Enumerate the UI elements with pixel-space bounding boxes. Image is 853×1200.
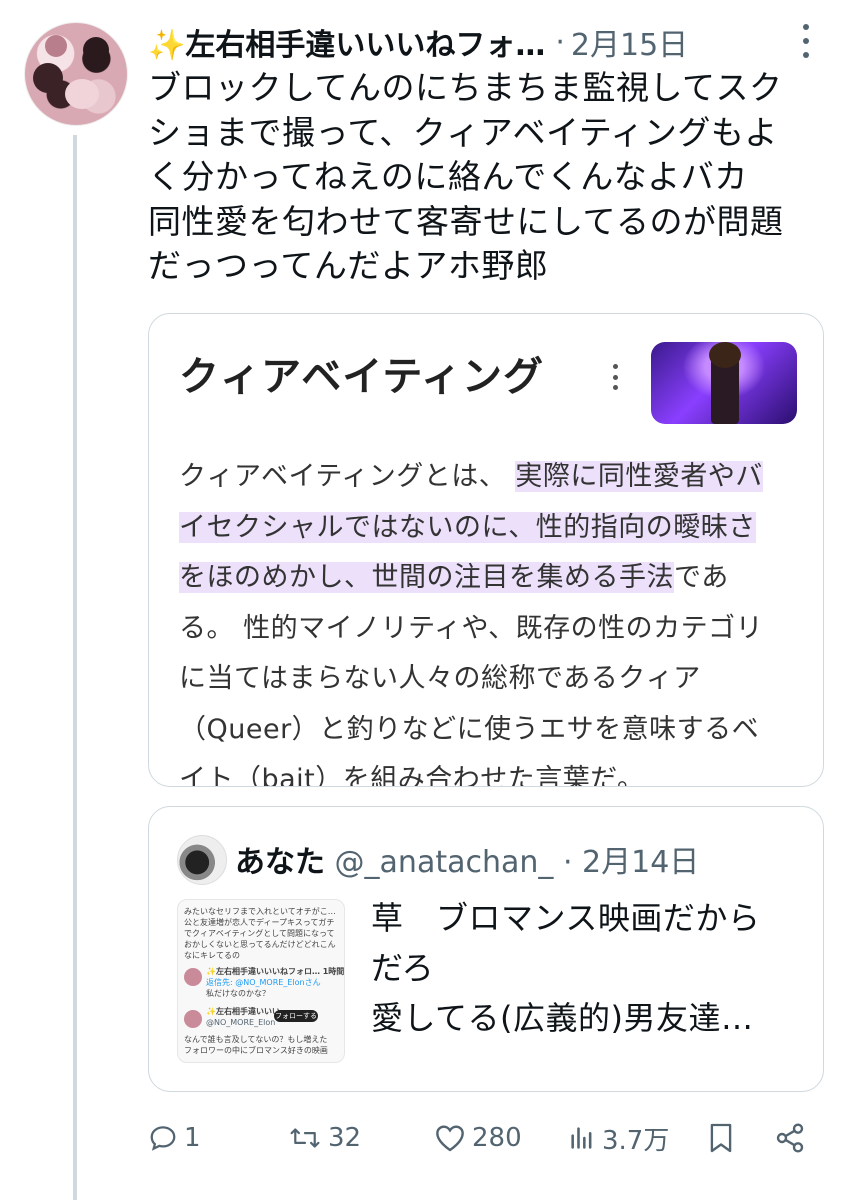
card-body-line: （Queer）と釣りなどに使うエサを意味するベ [179, 713, 760, 745]
card-body-line: イト（bait）を組み合わせた言葉だ。 [179, 764, 645, 787]
card-title: クィアベイティング [179, 354, 544, 400]
tweet-text-line: く分かってねえのに絡んでくんなよバカ [148, 157, 748, 196]
card-body-line: をほのめかし、世間の注目を集める手法であ [179, 562, 729, 593]
quoted-author-name: あなた [235, 845, 325, 880]
tweet-date[interactable]: 2月15日 [571, 20, 688, 64]
card-more-icon [611, 364, 619, 390]
attached-image-card[interactable]: クィアベイティング クィアベイティングとは、 実際に同性愛者やバ イセクシャルで… [148, 313, 824, 787]
quoted-header: あなた @_anatachan_ · 2月14日 [235, 837, 699, 881]
reply-button[interactable]: 1 [148, 1116, 201, 1160]
more-options-icon[interactable] [800, 24, 812, 58]
tweet-text-line: ブロックしてんのにちまちま監視してスク [148, 68, 783, 107]
heart-icon [436, 1125, 464, 1152]
quoted-text: 草 ブロマンス映画だから だろ 愛してる(広義的)男友達… [371, 893, 760, 1043]
tweet-text-line: 同性愛を匂わせて客寄せにしてるのが問題 [148, 201, 784, 241]
card-body-line: に当てはまらない人々の総称であるクィア [179, 663, 701, 694]
retweet-count: 32 [328, 1123, 362, 1153]
view-count: 3.7万 [602, 1125, 670, 1156]
retweet-button[interactable]: 32 [288, 1116, 361, 1160]
like-count: 280 [472, 1123, 522, 1153]
quoted-text-line: 愛してる(広義的)男友達… [371, 999, 754, 1037]
quoted-screenshot-thumbnail: みたいなセリフまで入れといてオチがこ… 公と友達増が恋人でディープキスってガチ … [177, 899, 345, 1063]
card-body-line: る。 性的マイノリティや、既存の性のカテゴリ [179, 612, 764, 644]
tweet-text-line: だっつってんだよアホ野郎 [148, 246, 549, 285]
quoted-text-line: だろ [371, 949, 435, 987]
card-definition-text: クィアベイティングとは、 実際に同性愛者やバ イセクシャルではないのに、性的指向… [179, 452, 799, 787]
bookmark-icon [710, 1123, 732, 1153]
reply-icon [150, 1126, 176, 1151]
quoted-author-handle: @_anatachan_ [334, 845, 554, 880]
author-avatar[interactable] [24, 22, 128, 126]
card-body-line: イセクシャルではないのに、性的指向の曖昧さ [179, 511, 756, 543]
tweet-text-line: ショまで撮って、クィアベイティングもよ [148, 112, 778, 152]
card-thumbnail-image [651, 342, 797, 424]
tweet-header: ✨左右相手違いいいねフォ… · 2月15日 [148, 20, 838, 64]
reply-count: 1 [184, 1123, 201, 1153]
tweet-text: ブロックしてんのにちまちま監視してスク ショまで撮って、クィアベイティングもよ … [148, 66, 838, 289]
header-separator: · [555, 24, 565, 60]
retweet-icon [290, 1128, 320, 1148]
share-button[interactable] [774, 1116, 806, 1160]
quoted-separator: · [562, 845, 573, 880]
share-icon [776, 1123, 804, 1153]
card-body-line: クィアベイティングとは、 実際に同性愛者やバ [179, 461, 763, 492]
thread-line [73, 135, 77, 1200]
quoted-date: 2月14日 [582, 845, 700, 880]
like-button[interactable]: 280 [434, 1116, 522, 1160]
quoted-author-avatar [177, 835, 227, 885]
quoted-text-line: 草 ブロマンス映画だから [371, 899, 761, 937]
bookmark-button[interactable] [708, 1116, 734, 1160]
analytics-icon [571, 1127, 592, 1149]
views-button[interactable]: 3.7万 [568, 1116, 669, 1160]
author-name[interactable]: ✨左右相手違いいいねフォ… [148, 20, 545, 64]
tweet-action-bar: 1 32 280 3.7万 [148, 1116, 828, 1160]
quoted-tweet[interactable]: あなた @_anatachan_ · 2月14日 みたいなセリフまで入れといてオ… [148, 806, 824, 1092]
